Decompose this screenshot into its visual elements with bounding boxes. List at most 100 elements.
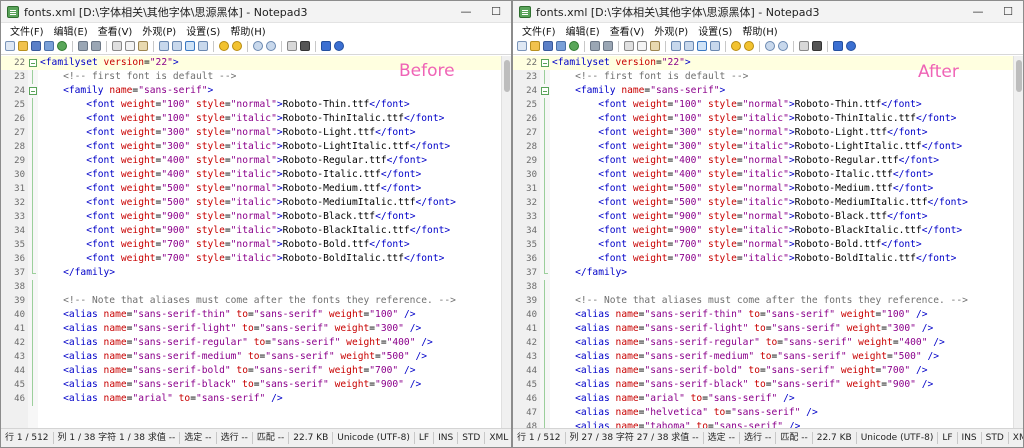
code-line[interactable]: 37 </family> xyxy=(513,266,1013,280)
code-line[interactable]: 41 <alias name="sans-serif-light" to="sa… xyxy=(513,322,1013,336)
maximize-icon[interactable]: ☐ xyxy=(481,1,511,23)
code-line[interactable]: 29 <font weight="400" style="normal">Rob… xyxy=(513,154,1013,168)
code-line[interactable]: 24 <family name="sans-serif"> xyxy=(513,84,1013,98)
word-wrap-icon[interactable] xyxy=(697,41,707,51)
code-line[interactable]: 28 <font weight="300" style="italic">Rob… xyxy=(1,140,501,154)
zoom-in-icon[interactable] xyxy=(765,41,775,51)
status-lexer[interactable]: XML 文件 xyxy=(485,432,511,444)
scrollbar-thumb[interactable] xyxy=(504,60,510,92)
save-as-icon[interactable] xyxy=(44,41,54,51)
menu-settings[interactable]: 设置(S) xyxy=(693,23,737,38)
menu-help[interactable]: 帮助(H) xyxy=(225,23,270,38)
copy-icon[interactable] xyxy=(637,41,647,51)
code-line[interactable]: 38 xyxy=(513,280,1013,294)
scrollbar-thumb[interactable] xyxy=(1016,60,1022,92)
title-bar[interactable]: fonts.xml [D:\字体相关\其他字体\思源黑体] - Notepad3… xyxy=(1,1,511,23)
undo-icon[interactable] xyxy=(78,41,88,51)
code-text[interactable]: <font weight="500" style="normal">Roboto… xyxy=(552,182,933,196)
code-text[interactable]: <font weight="900" style="italic">Roboto… xyxy=(40,224,450,238)
code-text[interactable]: <alias name="sans-serif-black" to="sans-… xyxy=(552,378,933,392)
menu-view[interactable]: 查看(V) xyxy=(93,23,138,38)
code-text[interactable]: <familyset version="22"> xyxy=(40,56,179,70)
code-text[interactable]: <alias name="sans-serif-regular" to="san… xyxy=(552,336,945,350)
zoom-in-icon[interactable] xyxy=(253,41,263,51)
code-text[interactable]: <alias name="sans-serif-light" to="sans-… xyxy=(552,322,933,336)
code-line[interactable]: 40 <alias name="sans-serif-thin" to="san… xyxy=(1,308,501,322)
code-line[interactable]: 27 <font weight="300" style="normal">Rob… xyxy=(1,126,501,140)
menu-appearance[interactable]: 外观(P) xyxy=(137,23,181,38)
status-insert-mode[interactable]: INS xyxy=(958,432,982,444)
word-wrap-icon[interactable] xyxy=(185,41,195,51)
minimize-icon[interactable]: — xyxy=(963,1,993,23)
code-line[interactable]: 35 <font weight="700" style="normal">Rob… xyxy=(1,238,501,252)
find-icon[interactable] xyxy=(671,41,681,51)
code-text[interactable]: <alias name="sans-serif-medium" to="sans… xyxy=(40,350,427,364)
code-text[interactable]: <!-- Note that aliases must come after t… xyxy=(40,294,456,308)
code-line[interactable]: 24 <family name="sans-serif"> xyxy=(1,84,501,98)
editor-area[interactable]: 22 <familyset version="22"> 23 <!-- first … xyxy=(513,56,1023,428)
code-text[interactable]: <font weight="500" style="italic">Roboto… xyxy=(552,196,968,210)
code-text[interactable]: <font weight="100" style="italic">Roboto… xyxy=(552,112,956,126)
redo-icon[interactable] xyxy=(603,41,613,51)
code-text[interactable]: <font weight="700" style="italic">Roboto… xyxy=(40,252,444,266)
code-text[interactable]: <!-- first font is default --> xyxy=(40,70,236,84)
menu-file[interactable]: 文件(F) xyxy=(517,23,561,38)
code-text[interactable]: <font weight="700" style="italic">Roboto… xyxy=(552,252,956,266)
goto-icon[interactable] xyxy=(710,41,720,51)
copy-icon[interactable] xyxy=(125,41,135,51)
cut-icon[interactable] xyxy=(624,41,634,51)
code-line[interactable]: 29 <font weight="400" style="normal">Rob… xyxy=(1,154,501,168)
code-text[interactable]: <alias name="sans-serif-bold" to="sans-s… xyxy=(552,364,927,378)
code-text[interactable]: <font weight="300" style="italic">Roboto… xyxy=(552,140,962,154)
maximize-icon[interactable]: ☐ xyxy=(993,1,1023,23)
code-text[interactable]: <font weight="100" style="italic">Roboto… xyxy=(40,112,444,126)
print-icon[interactable] xyxy=(300,41,310,51)
code-text[interactable]: <familyset version="22"> xyxy=(552,56,691,70)
code-line[interactable]: 32 <font weight="500" style="italic">Rob… xyxy=(1,196,501,210)
code-line[interactable]: 32 <font weight="500" style="italic">Rob… xyxy=(513,196,1013,210)
code-line[interactable]: 46 <alias name="arial" to="sans-serif" /… xyxy=(513,392,1013,406)
cut-icon[interactable] xyxy=(112,41,122,51)
vertical-scrollbar[interactable] xyxy=(501,56,511,428)
save-as-icon[interactable] xyxy=(556,41,566,51)
code-text[interactable]: <font weight="700" style="normal">Roboto… xyxy=(552,238,922,252)
redo-icon[interactable] xyxy=(91,41,101,51)
title-bar[interactable]: fonts.xml [D:\字体相关\其他字体\思源黑体] - Notepad3… xyxy=(513,1,1023,23)
code-text[interactable]: <font weight="900" style="italic">Roboto… xyxy=(552,224,962,238)
code-text[interactable]: </family> xyxy=(552,266,627,280)
code-line[interactable]: 35 <font weight="700" style="normal">Rob… xyxy=(513,238,1013,252)
code-text[interactable]: <font weight="400" style="normal">Roboto… xyxy=(40,154,427,168)
status-eol[interactable]: LF xyxy=(938,432,958,444)
code-text[interactable]: <font weight="100" style="normal">Roboto… xyxy=(40,98,410,112)
menu-settings[interactable]: 设置(S) xyxy=(181,23,225,38)
exit-icon[interactable] xyxy=(334,41,344,51)
fold-toggle-icon[interactable] xyxy=(541,87,549,95)
menu-help[interactable]: 帮助(H) xyxy=(737,23,782,38)
code-text[interactable]: </family> xyxy=(40,266,115,280)
status-insert-mode[interactable]: INS xyxy=(434,432,459,444)
reload-icon[interactable] xyxy=(569,41,579,51)
replace-icon[interactable] xyxy=(172,41,182,51)
code-line[interactable]: 43 <alias name="sans-serif-medium" to="s… xyxy=(1,350,501,364)
editor-area[interactable]: 22 <familyset version="22"> 23 <!-- first … xyxy=(1,56,511,428)
fold-toggle-icon[interactable] xyxy=(29,59,37,67)
code-text[interactable]: <font weight="500" style="normal">Roboto… xyxy=(40,182,421,196)
code-text[interactable]: <alias name="sans-serif-thin" to="sans-s… xyxy=(40,308,415,322)
code-line[interactable]: 26 <font weight="100" style="italic">Rob… xyxy=(1,112,501,126)
code-line[interactable]: 44 <alias name="sans-serif-bold" to="san… xyxy=(1,364,501,378)
code-line[interactable]: 36 <font weight="700" style="italic">Rob… xyxy=(1,252,501,266)
paste-icon[interactable] xyxy=(650,41,660,51)
fold-toggle-icon[interactable] xyxy=(541,59,549,67)
code-line[interactable]: 48 <alias name="tahoma" to="sans-serif" … xyxy=(513,420,1013,428)
zoom-out-icon[interactable] xyxy=(266,41,276,51)
replace-icon[interactable] xyxy=(684,41,694,51)
scheme-icon[interactable] xyxy=(799,41,809,51)
code-text[interactable]: <family name="sans-serif"> xyxy=(40,84,213,98)
menu-edit[interactable]: 编辑(E) xyxy=(49,23,93,38)
code-line[interactable]: 25 <font weight="100" style="normal">Rob… xyxy=(1,98,501,112)
print-icon[interactable] xyxy=(812,41,822,51)
pin-icon[interactable] xyxy=(321,41,331,51)
favorite-star-icon[interactable] xyxy=(219,41,229,51)
code-text[interactable]: <!-- first font is default --> xyxy=(552,70,748,84)
add-favorite-icon[interactable] xyxy=(744,41,754,51)
